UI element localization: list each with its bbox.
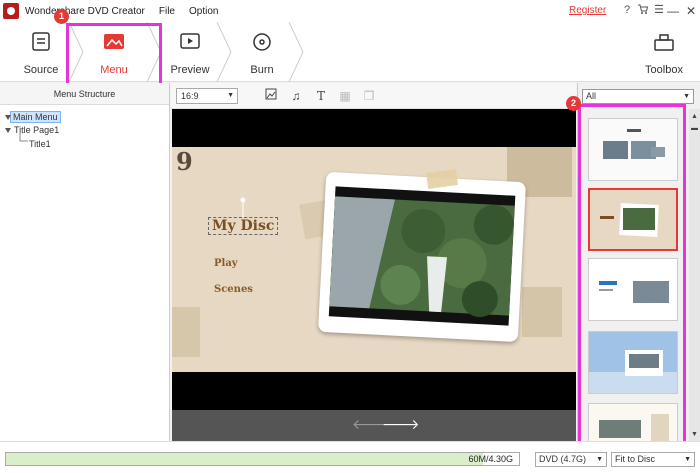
menu-step-highlight (66, 23, 162, 87)
template-filter-select[interactable]: All ▼ (582, 89, 694, 104)
step-source-label: Source (23, 64, 59, 76)
register-link[interactable]: Register (569, 5, 606, 16)
menu-file[interactable]: File (159, 6, 175, 17)
disc-type-value: DVD (4.7G) (539, 454, 587, 464)
step-source[interactable]: Source (10, 22, 72, 82)
template-panel-highlight (578, 104, 686, 444)
minimize-button[interactable]: — (664, 2, 682, 20)
chevron-down-icon: ▼ (227, 92, 234, 99)
decorative-number: 9 (176, 147, 193, 176)
close-button[interactable]: ✕ (682, 2, 700, 20)
scroll-down-icon[interactable]: ▼ (689, 429, 700, 440)
menu-title-selection[interactable]: My Disc (208, 217, 279, 235)
menu-option[interactable]: Option (189, 6, 218, 17)
disc-usage-text: 60M/4.30G (468, 454, 513, 464)
chevron-down-icon: ▼ (684, 456, 691, 463)
editor-toolbar: 16:9 ▼ ♫ T ▦ ❐ (171, 83, 576, 109)
template-filter-value: All (586, 91, 597, 101)
tree-item-main-menu[interactable]: Main Menu (10, 111, 61, 123)
decorative-scrap (172, 307, 200, 357)
source-icon (30, 32, 52, 52)
disc-usage-fill (6, 453, 484, 465)
step-preview[interactable]: Preview (162, 22, 218, 82)
scroll-handle[interactable]: ▬ (689, 123, 700, 134)
aspect-ratio-select[interactable]: 16:9 ▼ (176, 88, 238, 104)
app-title: Wondershare DVD Creator (25, 5, 145, 17)
app-logo-icon (3, 3, 19, 19)
disc-type-select[interactable]: DVD (4.7G) ▼ (535, 452, 607, 467)
aspect-ratio-value: 16:9 (181, 91, 199, 101)
menu-scenes-button[interactable]: Scenes (214, 284, 253, 295)
cart-icon[interactable] (636, 3, 650, 17)
chevron-down-icon: ▼ (683, 93, 690, 100)
title-bar: Wondershare DVD Creator File Option Regi… (0, 0, 700, 22)
toolbox-button[interactable]: Toolbox (636, 22, 692, 82)
menu-preview-canvas[interactable]: 9 My Disc Play Scenes (172, 109, 576, 410)
video-thumbnail-frame[interactable] (317, 171, 527, 343)
fit-mode-select[interactable]: Fit to Disc ▼ (611, 452, 695, 467)
menu-play-button[interactable]: Play (214, 258, 238, 269)
fit-mode-value: Fit to Disc (615, 454, 656, 464)
toolbox-icon (653, 32, 675, 52)
menu-title-text[interactable]: My Disc (212, 218, 274, 234)
tree-branch-icon (19, 133, 28, 142)
step-preview-label: Preview (170, 64, 210, 76)
menu-structure-header: Menu Structure (0, 83, 169, 105)
step-separator-icon (288, 22, 304, 82)
template-scrollbar[interactable]: ▲ ▬ ▼ (689, 109, 700, 441)
annotation-badge-2: 2 (566, 96, 581, 111)
preview-icon (179, 32, 201, 52)
next-page-arrow-icon[interactable]: 🡒 (382, 416, 420, 433)
tree-toggle-icon[interactable] (5, 115, 11, 121)
copy-icon[interactable]: ❐ (361, 88, 377, 104)
status-bar: 60M/4.30G DVD (4.7G) ▼ Fit to Disc ▼ (0, 441, 700, 473)
image-icon[interactable] (263, 88, 279, 104)
tree-toggle-icon[interactable] (5, 128, 11, 134)
burn-disc-icon (251, 32, 273, 52)
decorative-scrap (522, 287, 562, 337)
text-icon[interactable]: T (313, 88, 329, 104)
tree-item-title1[interactable]: Title1 (29, 139, 51, 149)
music-icon[interactable]: ♫ (288, 88, 304, 104)
menu-structure-panel: Menu Structure Main Menu Title Page1 Tit… (0, 83, 170, 441)
disc-usage-bar: 60M/4.30G (5, 452, 520, 466)
toolbox-label: Toolbox (645, 64, 683, 76)
preview-nav-bar: 🡐 🡒 (172, 410, 576, 441)
step-burn-label: Burn (250, 64, 274, 76)
annotation-badge-1: 1 (54, 9, 69, 24)
scroll-up-icon[interactable]: ▲ (689, 111, 700, 122)
menu-background: 9 My Disc Play Scenes (172, 147, 576, 372)
step-burn[interactable]: Burn (234, 22, 290, 82)
grid-icon[interactable]: ▦ (337, 88, 353, 104)
title-anchor-icon (240, 197, 246, 217)
step-separator-icon (216, 22, 232, 82)
video-thumbnail (328, 186, 516, 326)
help-icon[interactable]: ? (620, 3, 634, 17)
chevron-down-icon: ▼ (596, 456, 603, 463)
